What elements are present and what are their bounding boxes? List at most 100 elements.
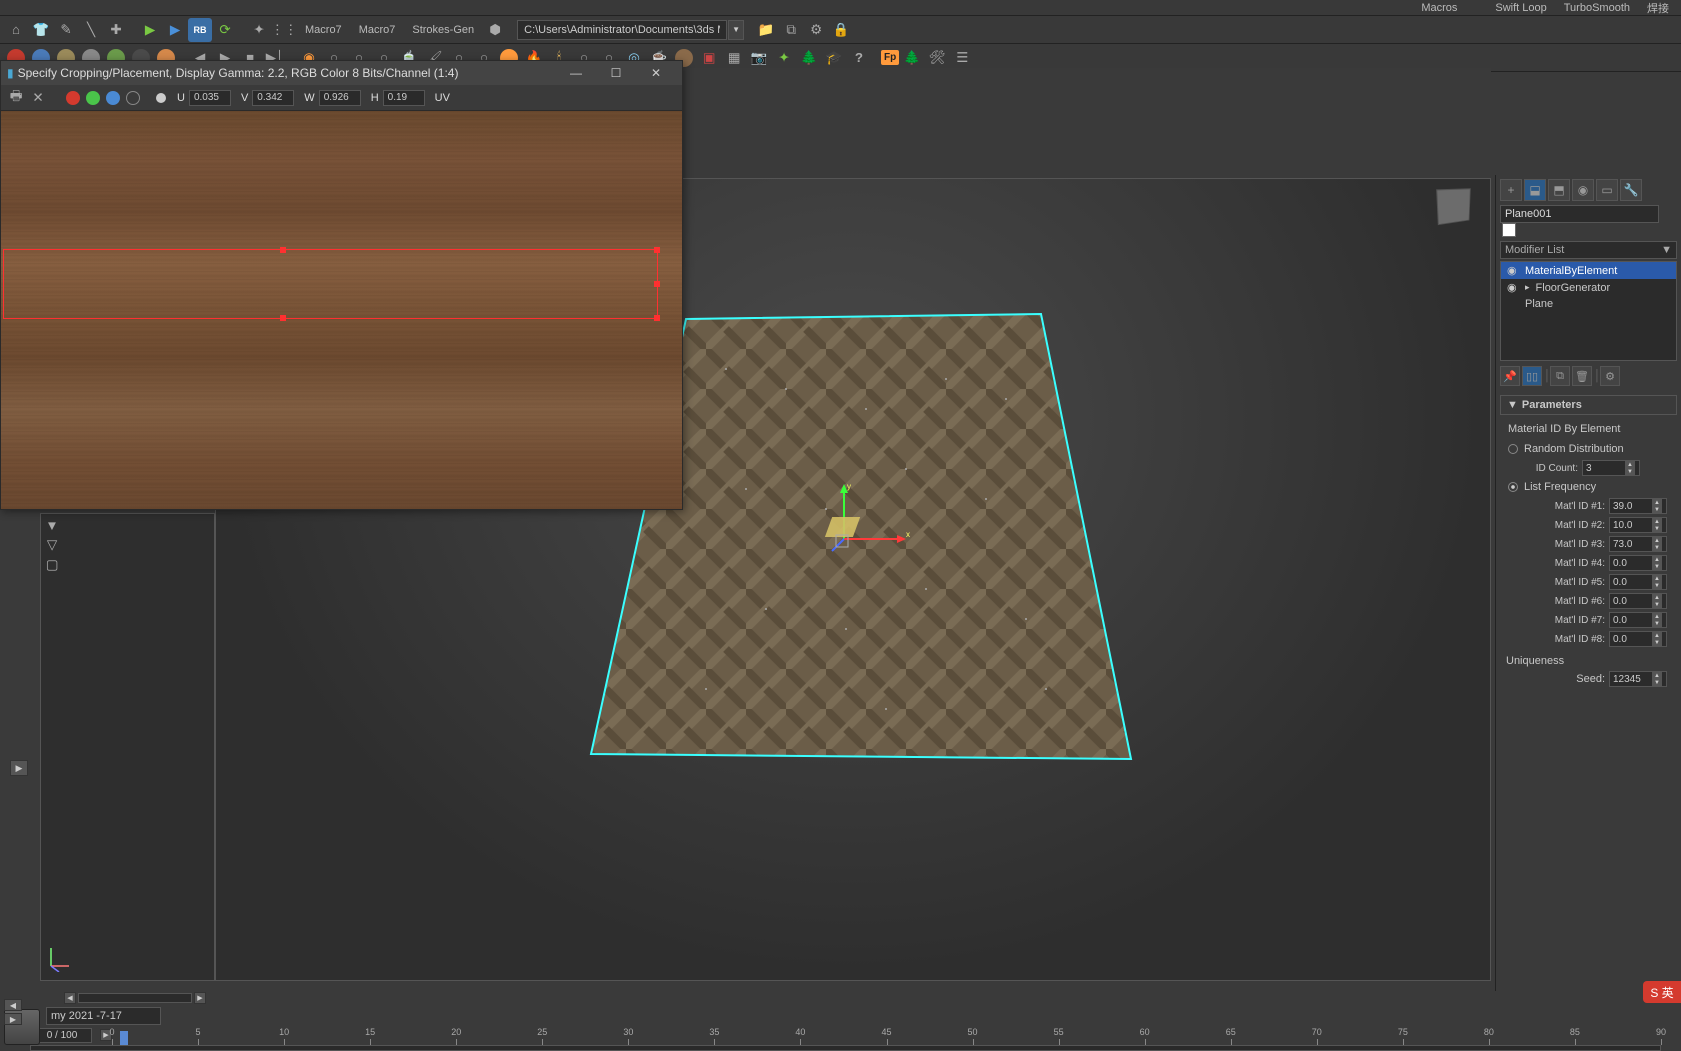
crop-titlebar[interactable]: ▮ Specify Cropping/Placement, Display Ga… <box>1 61 682 85</box>
pin-stack-icon[interactable]: 📌 <box>1500 366 1520 386</box>
matl-spinner-6[interactable]: ▲▼ <box>1609 593 1667 609</box>
random-dist-radio[interactable]: Random Distribution <box>1504 441 1673 457</box>
utilities-tab[interactable]: 🔧 <box>1620 179 1642 201</box>
list-freq-radio[interactable]: List Frequency <box>1504 479 1673 495</box>
turbosmooth-button[interactable]: TurboSmooth <box>1556 0 1638 19</box>
macros-button[interactable]: Macros <box>1413 0 1465 19</box>
crop-region[interactable] <box>3 249 658 319</box>
show-result-icon[interactable]: ▯▯ <box>1522 366 1542 386</box>
object-color-swatch[interactable] <box>1502 223 1516 237</box>
red-box-icon[interactable]: ▣ <box>697 46 721 70</box>
transform-gizmo[interactable]: y x <box>824 479 914 559</box>
scroll-right[interactable]: ▶ <box>194 992 206 1004</box>
parameters-header[interactable]: ▼Parameters <box>1500 395 1677 415</box>
alpha-channel[interactable] <box>126 91 140 105</box>
make-unique-icon[interactable]: ⧉ <box>1550 366 1570 386</box>
rb-icon[interactable]: RB <box>188 18 212 42</box>
display-tab[interactable]: ▭ <box>1596 179 1618 201</box>
id-count-spinner[interactable]: ▲▼ <box>1582 460 1640 476</box>
fp-badge[interactable]: Fp <box>881 50 899 65</box>
lock-icon[interactable]: 🔒 <box>829 18 853 42</box>
scroll-track[interactable] <box>78 993 192 1003</box>
time-slider[interactable] <box>120 1031 128 1045</box>
crosshair-icon[interactable]: ✚ <box>104 18 128 42</box>
crop-canvas[interactable] <box>1 111 682 509</box>
copy-icon[interactable]: ⧉ <box>779 18 803 42</box>
matl-spinner-2[interactable]: ▲▼ <box>1609 517 1667 533</box>
ime-indicator[interactable]: S 英 <box>1643 981 1681 1003</box>
project-path-field[interactable] <box>517 20 727 40</box>
minimize-button[interactable]: — <box>556 61 596 85</box>
weld-button[interactable]: 焊接 <box>1639 0 1677 19</box>
modifier-plane[interactable]: Plane <box>1501 296 1676 312</box>
close-button[interactable]: ✕ <box>636 61 676 85</box>
motion-tab[interactable]: ◉ <box>1572 179 1594 201</box>
matl-spinner-7[interactable]: ▲▼ <box>1609 612 1667 628</box>
remove-modifier-icon[interactable]: 🗑 <box>1572 366 1592 386</box>
key-track[interactable] <box>30 1045 1661 1051</box>
matl-spinner-8[interactable]: ▲▼ <box>1609 631 1667 647</box>
modify-tab[interactable]: ⬓ <box>1524 179 1546 201</box>
time-ruler[interactable]: 051015202530354045505560657075808590 <box>112 1025 1661 1045</box>
mono-channel[interactable] <box>156 93 166 103</box>
modifier-stack[interactable]: ◉ MaterialByElement ◉ ▸ FloorGenerator P… <box>1500 261 1677 361</box>
left-viewport[interactable] <box>40 513 215 981</box>
tree2-icon[interactable]: 🌲 <box>900 46 924 70</box>
create-tab[interactable]: + <box>1500 179 1522 201</box>
help-icon[interactable]: ? <box>847 46 871 70</box>
crop-handle-tr[interactable] <box>654 247 660 253</box>
play2-icon[interactable]: ▶ <box>163 18 187 42</box>
swift-loop-button[interactable]: Swift Loop <box>1487 0 1554 19</box>
cancel-icon[interactable]: ✕ <box>29 89 47 107</box>
v-field[interactable] <box>252 90 294 106</box>
tshirt-icon[interactable]: 👕 <box>29 18 53 42</box>
folder-icon[interactable]: 📁 <box>754 18 778 42</box>
hierarchy-tab[interactable]: ⬒ <box>1548 179 1570 201</box>
play-icon[interactable]: ▶ <box>138 18 162 42</box>
modifier-list-dropdown[interactable]: Modifier List▼ <box>1500 241 1677 259</box>
selection-name-field[interactable] <box>46 1007 161 1025</box>
macro7-left-button[interactable]: Macro7 <box>297 19 350 41</box>
seed-spinner[interactable]: ▲▼ <box>1609 671 1667 687</box>
w-field[interactable] <box>319 90 361 106</box>
vertex-icon[interactable]: ⋮⋮ <box>272 18 296 42</box>
folder2-icon[interactable]: ▢ <box>44 557 60 573</box>
tools-icon[interactable]: 🛠 <box>925 46 949 70</box>
frame-display[interactable]: 0 / 100 <box>32 1028 92 1043</box>
print-icon[interactable]: 🖶 <box>7 89 25 107</box>
crop-handle-br[interactable] <box>654 315 660 321</box>
scroll-left[interactable]: ◀ <box>64 992 76 1004</box>
visibility-icon[interactable]: ◉ <box>1507 264 1519 277</box>
effects-icon[interactable]: ✦ <box>247 18 271 42</box>
hat-icon[interactable]: 🎓 <box>822 46 846 70</box>
star-icon[interactable]: ✦ <box>772 46 796 70</box>
viewcube[interactable] <box>1436 188 1471 225</box>
h-field[interactable] <box>383 90 425 106</box>
modifier-floorgenerator[interactable]: ◉ ▸ FloorGenerator <box>1501 279 1676 296</box>
key-next[interactable]: ▶ <box>4 1013 22 1025</box>
blue-channel[interactable] <box>106 91 120 105</box>
line-icon[interactable]: ╲ <box>79 18 103 42</box>
home-icon[interactable]: ⌂ <box>4 18 28 42</box>
filter-icon[interactable]: ▼ <box>44 517 60 533</box>
object-name-field[interactable] <box>1500 205 1659 223</box>
camera-icon[interactable]: 📷 <box>747 46 771 70</box>
path-dropdown[interactable]: ▼ <box>728 20 744 40</box>
macro7-button[interactable]: Macro7 <box>351 19 404 41</box>
configure-sets-icon[interactable]: ⚙ <box>1600 366 1620 386</box>
matl-spinner-4[interactable]: ▲▼ <box>1609 555 1667 571</box>
crop-handle-tl[interactable] <box>280 247 286 253</box>
u-field[interactable] <box>189 90 231 106</box>
edit-icon[interactable]: ✎ <box>54 18 78 42</box>
filter2-icon[interactable]: ▽ <box>44 537 60 553</box>
matl-spinner-3[interactable]: ▲▼ <box>1609 536 1667 552</box>
visibility-icon[interactable]: ◉ <box>1507 281 1519 294</box>
maximize-button[interactable]: ☐ <box>596 61 636 85</box>
reload-icon[interactable]: ⟳ <box>213 18 237 42</box>
crop-handle-bl[interactable] <box>280 315 286 321</box>
modifier-materialbyelement[interactable]: ◉ MaterialByElement <box>1501 262 1676 279</box>
expand-button[interactable]: ▶ <box>10 760 28 776</box>
tree-icon[interactable]: 🌲 <box>797 46 821 70</box>
config-icon[interactable]: ⚙ <box>804 18 828 42</box>
cube-icon[interactable]: ⬢ <box>483 18 507 42</box>
